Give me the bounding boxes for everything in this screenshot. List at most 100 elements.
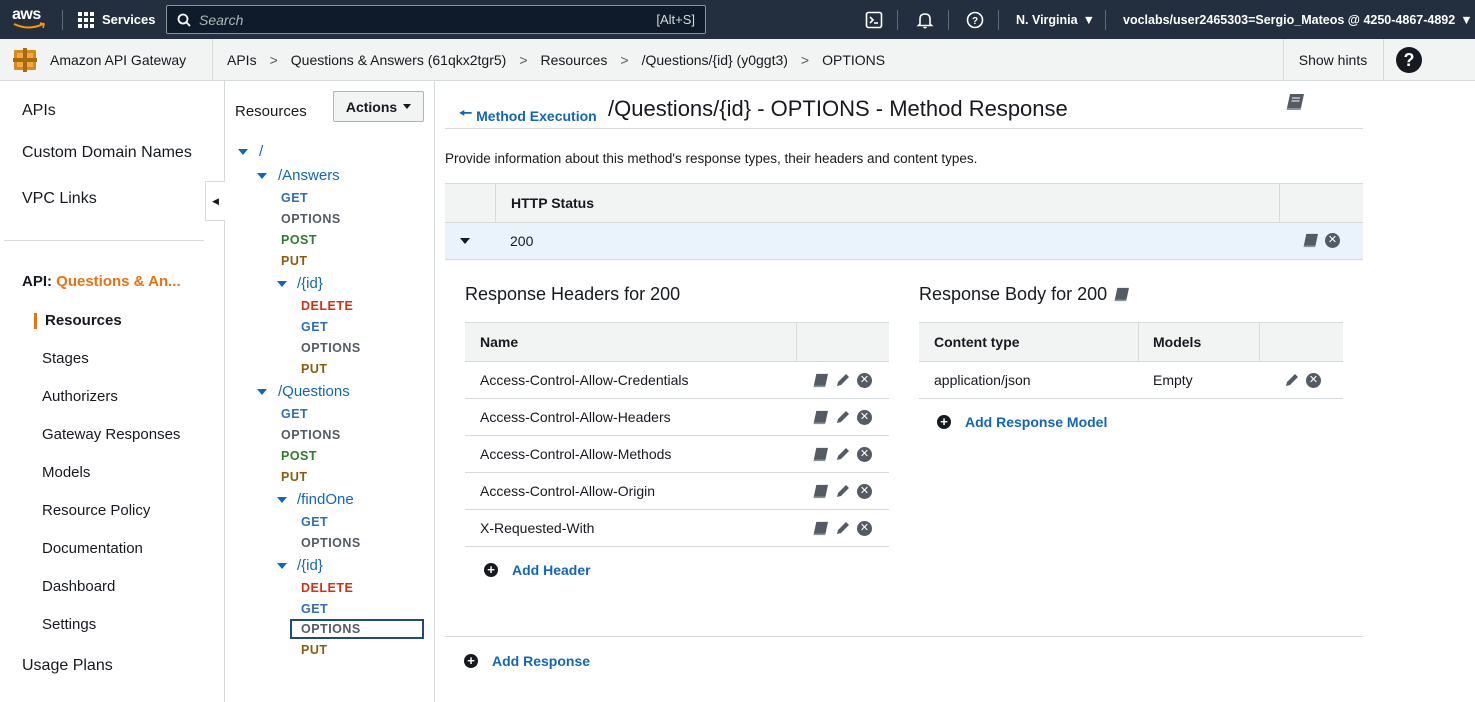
tree-method-get[interactable]: GET	[301, 320, 328, 334]
model-value: Empty	[1153, 372, 1193, 388]
tree-method-put[interactable]: PUT	[301, 362, 328, 376]
book-icon[interactable]	[1285, 93, 1305, 116]
aws-logo[interactable]: aws	[12, 6, 48, 32]
book-icon[interactable]	[1302, 233, 1319, 248]
book-icon[interactable]	[1113, 287, 1130, 302]
crumb-divider	[1383, 39, 1384, 80]
nav-stages[interactable]: Stages	[42, 350, 89, 367]
expand-triangle-icon[interactable]	[277, 563, 287, 569]
tree-method-put[interactable]: PUT	[281, 470, 308, 484]
tree-node-questions[interactable]: /Questions	[278, 383, 350, 400]
collapse-nav-button[interactable]: ◀	[205, 181, 225, 221]
nav-gateway-responses[interactable]: Gateway Responses	[42, 426, 180, 443]
add-header-button[interactable]: + Add Header	[484, 562, 591, 578]
remove-icon[interactable]: ✕	[857, 483, 872, 499]
cloudshell-icon[interactable]	[864, 10, 884, 30]
pencil-icon[interactable]	[835, 446, 851, 462]
crumb-api[interactable]: Questions & Answers (61qkx2tgr5)	[291, 52, 507, 68]
tree-node-root[interactable]: /	[259, 143, 263, 160]
nav-resource-policy[interactable]: Resource Policy	[42, 502, 150, 519]
remove-icon[interactable]: ✕	[1306, 372, 1321, 388]
remove-icon[interactable]: ✕	[857, 372, 872, 388]
tree-method-delete[interactable]: DELETE	[301, 581, 353, 595]
tree-node-answers-id[interactable]: /{id}	[297, 275, 323, 292]
tree-method-options[interactable]: OPTIONS	[281, 428, 341, 442]
search-input[interactable]	[199, 11, 657, 28]
book-icon[interactable]	[812, 521, 829, 536]
service-home-link[interactable]: Amazon API Gateway	[12, 39, 186, 80]
add-header-label: Add Header	[512, 562, 591, 578]
tree-node-findone[interactable]: /findOne	[297, 491, 354, 508]
crumb-apis[interactable]: APIs	[227, 52, 257, 68]
bell-icon[interactable]	[915, 10, 935, 30]
pencil-icon[interactable]	[835, 372, 851, 388]
nav-settings[interactable]: Settings	[42, 616, 96, 633]
add-response-button[interactable]: + Add Response	[464, 653, 590, 669]
current-api-label[interactable]: API: Questions & An...	[22, 273, 181, 290]
add-response-label: Add Response	[492, 653, 591, 669]
tree-method-options-selected[interactable]: OPTIONS	[301, 622, 361, 636]
tree-node-questions-id[interactable]: /{id}	[297, 557, 323, 574]
book-icon[interactable]	[812, 484, 829, 499]
col-divider	[495, 184, 496, 222]
models-column: Models	[1153, 334, 1202, 350]
tree-node-answers[interactable]: /Answers	[278, 167, 340, 184]
book-icon[interactable]	[812, 447, 829, 462]
expand-triangle-icon[interactable]	[277, 497, 287, 503]
expand-triangle-icon[interactable]	[257, 173, 267, 179]
book-icon[interactable]	[812, 410, 829, 425]
caret-down-icon	[403, 104, 412, 109]
actions-button[interactable]: Actions	[333, 91, 424, 122]
nav-documentation[interactable]: Documentation	[42, 540, 143, 557]
help-button[interactable]: ?	[1396, 47, 1422, 73]
tree-method-get[interactable]: GET	[301, 515, 328, 529]
tree-method-get[interactable]: GET	[301, 602, 328, 616]
row-actions: ✕	[812, 520, 872, 536]
tree-method-delete[interactable]: DELETE	[301, 299, 353, 313]
crumb-resources[interactable]: Resources	[541, 52, 608, 68]
tree-method-get[interactable]: GET	[281, 407, 308, 421]
method-execution-link[interactable]: 🠔 Method Execution	[459, 103, 597, 128]
nav-apis[interactable]: APIs	[22, 102, 56, 120]
nav-dashboard[interactable]: Dashboard	[42, 578, 115, 595]
remove-icon[interactable]: ✕	[857, 446, 872, 462]
expand-triangle-icon[interactable]	[257, 389, 267, 395]
book-icon[interactable]	[812, 373, 829, 388]
region-selector[interactable]: N. Virginia ▼	[1016, 0, 1095, 39]
tree-method-put[interactable]: PUT	[281, 254, 308, 268]
nav-usage-plans[interactable]: Usage Plans	[22, 657, 113, 675]
tree-method-put[interactable]: PUT	[301, 643, 328, 657]
account-menu[interactable]: voclabs/user2465303=Sergio_Mateos @ 4250…	[1123, 0, 1473, 39]
remove-icon[interactable]: ✕	[857, 520, 872, 536]
tree-method-options[interactable]: OPTIONS	[301, 536, 361, 550]
crumb-divider	[212, 39, 213, 80]
header-name: Access-Control-Allow-Headers	[480, 409, 671, 425]
nav-vpc-links[interactable]: VPC Links	[22, 190, 97, 208]
pencil-icon[interactable]	[835, 409, 851, 425]
tree-method-options[interactable]: OPTIONS	[301, 341, 361, 355]
show-hints-button[interactable]: Show hints	[1283, 39, 1383, 80]
pencil-icon[interactable]	[1284, 372, 1300, 388]
nav-authorizers[interactable]: Authorizers	[42, 388, 118, 405]
expand-triangle-icon[interactable]	[238, 149, 248, 155]
remove-icon[interactable]: ✕	[857, 409, 872, 425]
tree-method-post[interactable]: POST	[281, 233, 317, 247]
tree-method-get[interactable]: GET	[281, 191, 308, 205]
left-navigation: APIs Custom Domain Names VPC Links API: …	[0, 81, 225, 702]
nav-models[interactable]: Models	[42, 464, 90, 481]
pencil-icon[interactable]	[835, 483, 851, 499]
collapse-triangle-icon[interactable]	[460, 238, 470, 244]
services-menu[interactable]: Services	[78, 0, 156, 39]
tree-method-options[interactable]: OPTIONS	[281, 212, 341, 226]
remove-icon[interactable]: ✕	[1325, 233, 1340, 248]
pencil-icon[interactable]	[835, 520, 851, 536]
add-response-model-button[interactable]: + Add Response Model	[937, 414, 1107, 430]
search-box[interactable]: [Alt+S]	[166, 5, 706, 34]
help-icon[interactable]: ?	[965, 10, 985, 30]
nav-resources[interactable]: Resources	[45, 312, 122, 329]
crumb-resource[interactable]: /Questions/{id} (y0ggt3)	[642, 52, 788, 68]
status-row-200[interactable]: 200 ✕	[445, 223, 1363, 260]
expand-triangle-icon[interactable]	[277, 281, 287, 287]
nav-custom-domains[interactable]: Custom Domain Names	[22, 144, 192, 162]
tree-method-post[interactable]: POST	[281, 449, 317, 463]
